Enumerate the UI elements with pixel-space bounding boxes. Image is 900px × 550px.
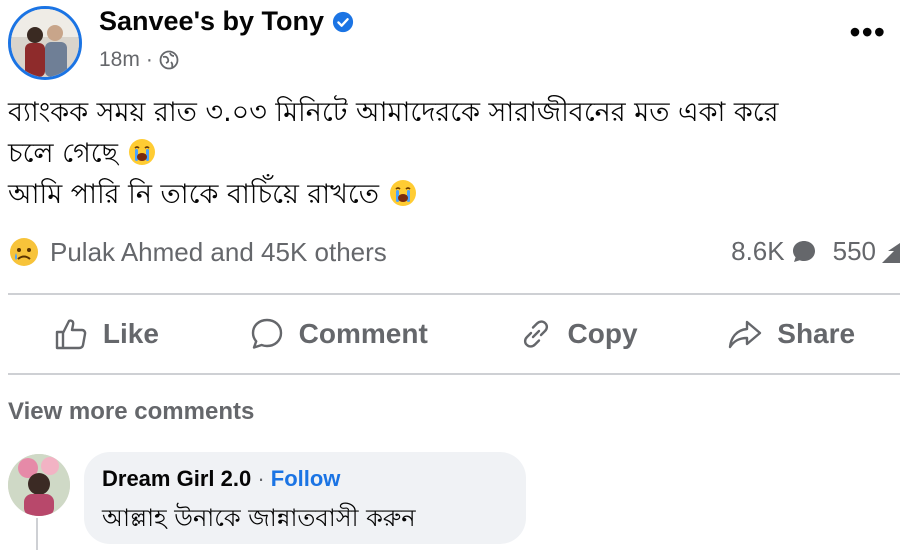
comment-bubble: Dream Girl 2.0 · Follow আল্লাহ উনাকে জান…	[84, 452, 526, 544]
thumbs-up-icon	[55, 319, 87, 350]
follow-button[interactable]: Follow	[271, 466, 341, 491]
view-more-comments-link[interactable]: View more comments	[8, 398, 254, 426]
divider	[8, 293, 900, 295]
action-bar: Like Comment Copy Share	[8, 306, 900, 362]
post-text-line-1: ব্যাংকক সময় রাত ৩.০৩ মিনিটে আমাদেরকে সা…	[8, 97, 779, 128]
comment-label: Comment	[298, 318, 428, 349]
post-time[interactable]: 18m	[99, 48, 140, 72]
comment-button[interactable]: Comment	[249, 316, 428, 352]
sad-reaction-icon	[10, 238, 38, 266]
loudly-crying-emoji	[389, 180, 416, 206]
engagement-counts: 8.6K 550	[731, 236, 900, 267]
avatar-photo	[11, 9, 79, 77]
author-name[interactable]: Sanvee's by Tony	[99, 6, 324, 37]
thread-line	[36, 518, 38, 550]
post-text-line-2: চলে গেছে	[8, 138, 118, 169]
comment-text: আল্লাহ উনাকে জান্নাতবাসী করুন	[102, 504, 416, 532]
reactions-summary[interactable]: Pulak Ahmed and 45K others	[8, 236, 387, 268]
share-label: Share	[777, 318, 856, 349]
comment-bubble-icon	[792, 240, 815, 262]
commenter-photo	[8, 454, 70, 516]
share-icon	[729, 320, 762, 349]
verified-badge-icon	[332, 11, 354, 32]
meta-separator: ·	[145, 48, 153, 71]
commenter-name[interactable]: Dream Girl 2.0	[102, 466, 251, 491]
comment-header: Dream Girl 2.0 · Follow	[102, 466, 508, 492]
loudly-crying-emoji	[128, 139, 155, 165]
reactions-text[interactable]: Pulak Ahmed and 45K others	[50, 237, 387, 268]
copy-button[interactable]: Copy	[518, 316, 638, 352]
shares-count-value: 550	[832, 236, 876, 266]
post-author[interactable]: Sanvee's by Tony	[99, 6, 354, 37]
share-arrow-icon	[882, 242, 900, 263]
like-label: Like	[102, 318, 159, 349]
comments-count-value: 8.6K	[731, 236, 785, 266]
globe-icon	[159, 50, 179, 70]
post-meta: 18m ·	[99, 48, 179, 72]
commenter-avatar[interactable]	[8, 454, 70, 516]
author-avatar[interactable]	[8, 6, 82, 80]
like-button[interactable]: Like	[53, 316, 159, 352]
comments-count[interactable]: 8.6K	[731, 236, 817, 267]
more-options-icon[interactable]: •••	[849, 16, 886, 48]
post-text-line-3: আমি পারি নি তাকে বাচিঁয়ে রাখতে	[8, 179, 379, 210]
link-icon	[523, 320, 548, 348]
post-text: ব্যাংকক সময় রাত ৩.০৩ মিনিটে আমাদেরকে সা…	[8, 92, 900, 215]
copy-label: Copy	[567, 318, 638, 349]
divider	[8, 373, 900, 375]
share-button[interactable]: Share	[727, 316, 855, 352]
comment-separator: ·	[257, 466, 265, 491]
shares-count[interactable]: 550	[833, 236, 900, 267]
comment-icon	[251, 318, 282, 349]
